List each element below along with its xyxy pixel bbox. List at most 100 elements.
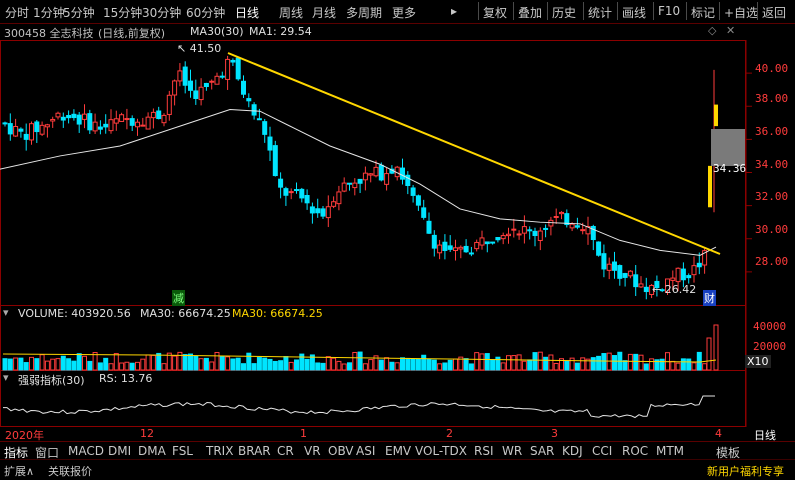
indicator-tab[interactable]: DMI xyxy=(108,444,131,458)
candle-body xyxy=(384,173,390,185)
candle-body xyxy=(325,206,331,219)
indicator-tab[interactable]: FSL xyxy=(172,444,193,458)
candle-body xyxy=(230,59,236,63)
volume-bar xyxy=(294,359,299,371)
volume-tick: 40000 xyxy=(753,320,787,333)
volume-bar xyxy=(156,352,162,371)
candle-body xyxy=(336,191,342,205)
candle-body xyxy=(574,225,580,228)
candle-body xyxy=(458,246,464,250)
indicator-tab[interactable]: ASI xyxy=(356,444,375,458)
indicator-tab[interactable]: DMA xyxy=(138,444,166,458)
candle-body xyxy=(543,227,549,230)
indicator-tab[interactable]: VR xyxy=(304,444,321,458)
candle-body xyxy=(553,215,559,218)
price-range-marker xyxy=(711,129,745,166)
date-month: 3 xyxy=(551,427,558,440)
candle-body xyxy=(241,80,246,95)
indicator-tab[interactable]: TRIX xyxy=(206,444,233,458)
volume-bar xyxy=(60,355,66,371)
candle-body xyxy=(193,90,199,99)
candle-body xyxy=(256,118,262,121)
candle-body xyxy=(453,247,458,251)
candle-body xyxy=(315,208,321,214)
panel-menu-icon[interactable]: ▾ xyxy=(3,306,9,319)
volume-bar xyxy=(357,351,363,371)
volume-ma30-a: MA30: 66674.25 xyxy=(140,307,231,320)
price-panel-border xyxy=(0,40,746,306)
volume-bar xyxy=(479,353,485,371)
volume-bar xyxy=(129,362,135,371)
indicator-tab[interactable]: MACD xyxy=(68,444,104,458)
candle-body xyxy=(55,112,61,118)
candle-body xyxy=(670,277,676,281)
volume-bar xyxy=(172,355,178,371)
indicator-tab[interactable]: BRAR xyxy=(238,444,271,458)
candle-body xyxy=(506,233,511,237)
panel-menu-icon[interactable]: ▾ xyxy=(3,371,9,384)
volume-bar xyxy=(702,363,708,371)
indicator-tab[interactable]: CR xyxy=(277,444,294,458)
volume-bar xyxy=(680,358,686,371)
volume-bar xyxy=(410,358,416,371)
volume-bar xyxy=(230,358,236,371)
candle-body xyxy=(468,252,474,255)
volume-bar xyxy=(113,353,119,371)
financial-report-badge[interactable]: 财 xyxy=(703,290,716,306)
volume-bar xyxy=(643,363,649,371)
volume-bar xyxy=(18,357,24,371)
indicator-tab[interactable]: ROC xyxy=(622,444,648,458)
price-tick: 30.00 xyxy=(755,223,789,236)
volume-bar xyxy=(532,352,538,371)
candle-body xyxy=(182,66,188,86)
candle-body xyxy=(219,75,225,78)
volume-bar xyxy=(7,358,13,371)
volume-bar xyxy=(320,362,326,371)
volume-bar xyxy=(55,358,61,371)
volume-bar xyxy=(405,357,411,371)
volume-bar xyxy=(119,362,125,371)
volume-bar xyxy=(267,358,273,371)
indicator-tab[interactable]: VOL-TDX xyxy=(415,444,467,458)
rs-value: RS: 13.76 xyxy=(99,372,153,385)
indicator-tab[interactable]: MTM xyxy=(656,444,684,458)
candle-body xyxy=(50,118,56,122)
rs-line xyxy=(3,395,715,419)
reduce-holding-badge[interactable]: 减 xyxy=(172,290,185,306)
candle-body xyxy=(294,189,299,192)
volume-bar xyxy=(299,353,305,371)
volume-bar xyxy=(82,355,87,371)
low-value: 26.42 xyxy=(664,283,697,296)
indicator-tab[interactable]: KDJ xyxy=(562,444,583,458)
kline-chart[interactable] xyxy=(0,0,795,479)
volume-bar xyxy=(696,351,702,371)
high-value: 41.50 xyxy=(189,42,222,55)
volume-bar xyxy=(71,360,77,371)
candle-body xyxy=(714,104,718,127)
volume-bar xyxy=(548,354,554,371)
candle-body xyxy=(612,261,617,271)
indicator-tab[interactable]: CCI xyxy=(592,444,612,458)
candle-body xyxy=(87,113,93,131)
candle-body xyxy=(262,121,268,135)
indicator-tab[interactable]: SAR xyxy=(530,444,554,458)
volume-bar xyxy=(384,357,390,371)
candle-body xyxy=(643,286,649,293)
volume-bar xyxy=(484,353,490,371)
volume-bar xyxy=(516,354,522,371)
candle-body xyxy=(34,121,40,133)
volume-bar xyxy=(527,359,533,371)
indicator-tab[interactable]: EMV xyxy=(385,444,411,458)
related-quotes-button[interactable]: 关联报价 xyxy=(48,463,92,479)
indicator-tab[interactable]: WR xyxy=(502,444,522,458)
volume-bar xyxy=(521,360,527,371)
indicator-tab[interactable]: OBV xyxy=(328,444,354,458)
new-user-benefit-link[interactable]: 新用户福利专享 xyxy=(707,463,784,479)
volume-bar xyxy=(362,363,368,371)
candle-body xyxy=(638,283,644,288)
volume-bar xyxy=(150,354,156,371)
indicator-tab[interactable]: RSI xyxy=(474,444,494,458)
volume-unit: X10 xyxy=(745,355,771,368)
candle-body xyxy=(124,118,130,121)
expand-button[interactable]: 扩展∧ xyxy=(4,463,34,479)
